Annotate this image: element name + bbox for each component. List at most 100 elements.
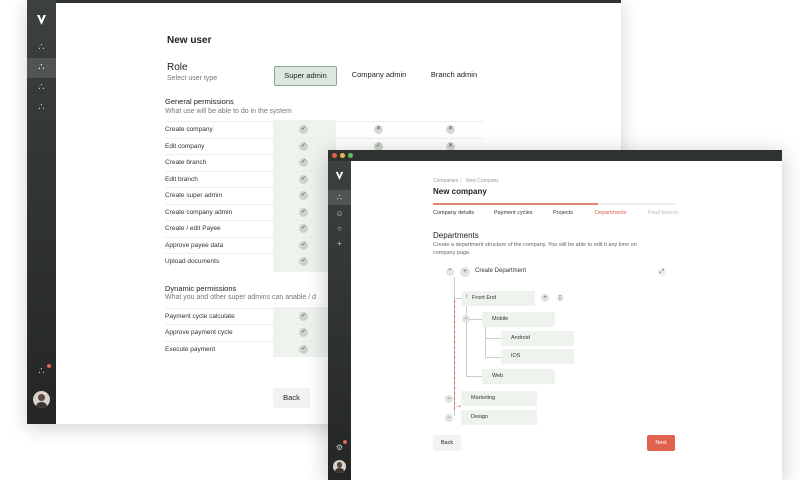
logo-icon[interactable] (335, 171, 344, 181)
general-permissions-subtitle: What use will be able to do in the syste… (165, 108, 292, 115)
check-icon[interactable]: ✓ (299, 208, 308, 217)
check-icon[interactable]: ✓ (299, 158, 308, 167)
close-window-button[interactable] (332, 153, 337, 158)
back-button[interactable]: Back (433, 435, 461, 451)
logo-icon[interactable] (36, 14, 47, 26)
share-icon[interactable]: ∴ (35, 81, 48, 94)
add-subdepartment-icon[interactable]: + (541, 294, 549, 302)
role-company-admin-button[interactable]: Company admin (347, 66, 411, 84)
next-button[interactable]: Next (647, 435, 675, 451)
role-subtitle: Select user type (167, 75, 218, 82)
plus-icon[interactable]: + (334, 238, 345, 249)
permission-label: Create company admin (165, 209, 233, 216)
check-icon[interactable]: ✓ (299, 257, 308, 266)
role-super-admin-button[interactable]: Super admin (274, 66, 337, 86)
avatar[interactable] (333, 460, 346, 473)
drag-handle-icon[interactable]: ↑ (465, 294, 468, 300)
back-button[interactable]: Back (273, 388, 310, 408)
dept-node-web[interactable]: Web (482, 369, 555, 384)
dynamic-permissions-subtitle: What you and other super admins can anab… (165, 294, 316, 301)
dept-node-label: Marketing (471, 395, 496, 401)
table-row: Create company ✓ ✕ ✕ (165, 121, 483, 138)
permission-label: Create super admin (165, 192, 223, 199)
permission-label: Edit branch (165, 176, 198, 183)
dept-node-mobile[interactable]: Mobile (482, 312, 555, 327)
tree-connector (485, 357, 501, 358)
dept-node-marketing[interactable]: Marketing (461, 391, 537, 406)
departments-heading: Departments (433, 231, 479, 240)
permission-label: Create / edit Payee (165, 225, 221, 232)
share-icon[interactable]: ∴ (35, 41, 48, 54)
collapse-icon[interactable]: − (445, 414, 453, 422)
dept-node-ios[interactable]: IOS (501, 349, 574, 364)
permission-label: Approve payment cycle (165, 329, 233, 336)
step-payment-cycles[interactable]: Payment cycles (494, 210, 533, 216)
tree-connector (485, 326, 486, 358)
check-icon[interactable]: ✓ (299, 142, 308, 151)
trash-icon[interactable]: ▯ (556, 294, 564, 302)
check-icon[interactable]: ✓ (299, 175, 308, 184)
page-title: New company (433, 187, 487, 196)
step-final-branch[interactable]: Final branch (648, 210, 678, 216)
dept-node-label: Web (492, 373, 504, 379)
breadcrumb-separator: / (460, 178, 462, 184)
step-departments[interactable]: Departments (595, 210, 627, 216)
permission-label: Upload documents (165, 258, 220, 265)
stepper-progress (433, 203, 598, 205)
dept-node-label: IOS (511, 353, 521, 359)
add-department-icon[interactable]: + (460, 267, 470, 277)
dept-node-design[interactable]: Design (461, 410, 537, 425)
general-permissions-heading: General permissions (165, 97, 234, 106)
dept-node-front-end[interactable]: Front End (462, 291, 535, 306)
minimize-window-button[interactable] (340, 153, 345, 158)
dept-node-label: Design (471, 414, 489, 420)
step-company-details[interactable]: Company details (433, 210, 474, 216)
check-icon[interactable]: ✓ (299, 125, 308, 134)
departments-subtitle: Create a department structure of the com… (433, 242, 637, 256)
permission-label: Payment cycle calculate (165, 313, 235, 320)
permission-label: Approve payee data (165, 242, 224, 249)
share-icon[interactable]: ∴ (35, 101, 48, 114)
role-branch-admin-button[interactable]: Branch admin (425, 66, 483, 84)
tree-connector (466, 376, 482, 377)
check-icon[interactable]: ✓ (299, 345, 308, 354)
check-icon[interactable]: ✓ (299, 191, 308, 200)
dept-node-label: Mobile (492, 316, 509, 322)
cross-icon[interactable]: ✕ (446, 125, 455, 134)
step-projects[interactable]: Projects (553, 210, 573, 216)
create-department-label[interactable]: Create Department (475, 268, 526, 274)
dept-node-android[interactable]: Android (501, 331, 574, 346)
dept-node-label: Front End (472, 295, 497, 301)
permission-label: Edit company (165, 143, 205, 150)
check-icon[interactable]: ✓ (299, 328, 308, 337)
permission-label: Create branch (165, 159, 207, 166)
share-icon[interactable]: ∴ (35, 365, 48, 378)
collapse-icon[interactable]: ⌃ (446, 268, 454, 276)
drag-guide-line (454, 300, 455, 410)
notification-dot (343, 440, 347, 444)
sidebar: ∴ ∴ ∴ ∴ ∴ (27, 0, 56, 424)
dept-node-label: Android (511, 335, 530, 341)
collapse-icon[interactable]: − (462, 315, 470, 323)
cross-icon[interactable]: ✕ (374, 125, 383, 134)
tree-connector (454, 298, 462, 299)
share-icon[interactable]: ∴ (35, 61, 48, 74)
breadcrumb-new-company: New Company (466, 178, 499, 184)
check-icon[interactable]: ✓ (299, 241, 308, 250)
notification-dot (47, 364, 51, 368)
search-icon[interactable]: ○ (334, 223, 345, 234)
check-icon[interactable]: ✓ (299, 224, 308, 233)
window-title-bar (328, 150, 782, 161)
sidebar: ∴ ☺ ○ + ⚙ (328, 161, 351, 480)
user-icon[interactable]: ☺ (334, 208, 345, 219)
breadcrumb-companies[interactable]: Companies (433, 178, 458, 184)
role-heading: Role (167, 62, 188, 73)
expand-icon[interactable]: ⤢ (658, 268, 666, 276)
share-icon[interactable]: ∴ (334, 192, 345, 203)
avatar[interactable] (33, 391, 50, 408)
dynamic-permissions-heading: Dynamic permissions (165, 284, 237, 293)
collapse-icon[interactable]: − (445, 395, 453, 403)
check-icon[interactable]: ✓ (299, 312, 308, 321)
maximize-window-button[interactable] (348, 153, 353, 158)
new-company-window: ∴ ☺ ○ + ⚙ Companies / New Company New co… (328, 150, 782, 480)
